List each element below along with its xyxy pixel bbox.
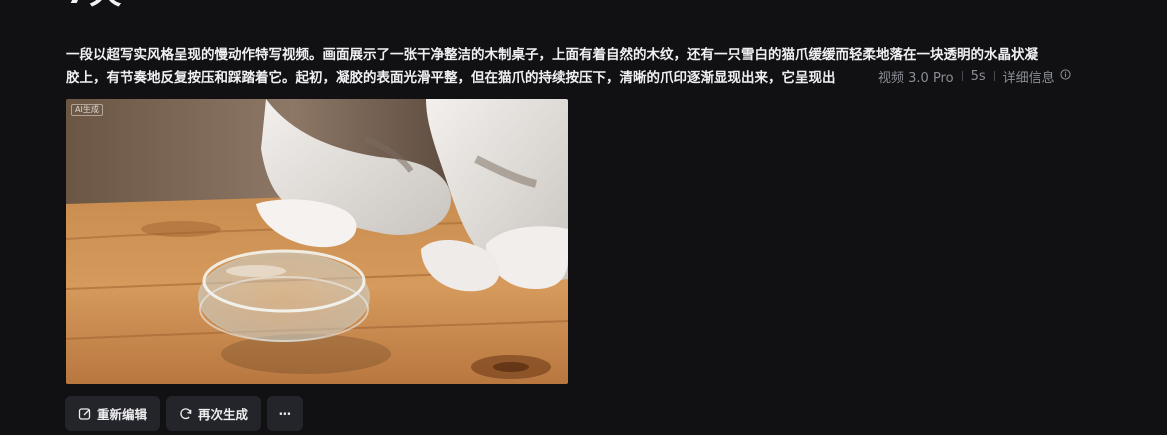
prompt-line: 一段以超写实风格呈现的慢动作特写视频。画面展示了一张干净整洁的木制桌子，上面有着… — [66, 47, 1038, 63]
more-icon: ⋯ — [278, 406, 292, 421]
divider — [993, 71, 995, 81]
regenerate-label: 再次生成 — [198, 407, 249, 422]
reedit-label: 重新编辑 — [97, 407, 148, 422]
generation-record: 7天 一段以超写实风格呈现的慢动作特写视频。画面展示了一张干净整洁的木制桌子，上… — [0, 0, 1167, 435]
prompt-line: 胶上，有节奏地反复按压和踩踏着它。起初，凝胶的表面光滑平整，但在猫爪的持续按压下… — [66, 69, 836, 86]
edit-icon — [78, 407, 92, 421]
refresh-icon — [179, 407, 193, 421]
generation-meta: 视频 3.0 Pro 5s 详细信息 — [876, 66, 1071, 86]
model-label: 视频 3.0 Pro — [878, 70, 954, 86]
date-heading: 7天 — [66, 0, 122, 8]
ai-generated-badge: AI生成 — [71, 104, 103, 116]
cat-paw-video-frame — [66, 99, 568, 384]
info-icon[interactable] — [1060, 68, 1071, 84]
duration-label: 5s — [970, 68, 986, 84]
more-button[interactable]: ⋯ — [267, 396, 304, 431]
video-thumbnail[interactable]: AI生成 — [66, 99, 568, 384]
regenerate-button[interactable]: 再次生成 — [166, 396, 262, 431]
divider — [961, 71, 963, 81]
details-link[interactable]: 详细信息 — [1003, 67, 1055, 86]
action-bar: 重新编辑 再次生成 ⋯ — [65, 396, 304, 431]
reedit-button[interactable]: 重新编辑 — [65, 396, 161, 431]
